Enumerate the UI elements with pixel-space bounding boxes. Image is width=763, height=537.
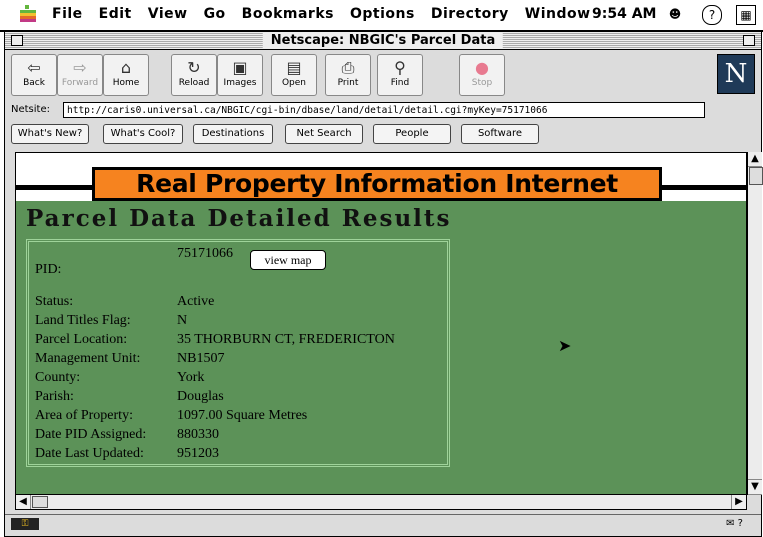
print-icon: ⎙ (341, 58, 355, 77)
control-strip-icon[interactable]: ☻ (666, 5, 684, 23)
stop-button[interactable]: ● Stop (459, 54, 505, 96)
field-label: County: (35, 370, 81, 385)
home-icon: ⌂ (120, 58, 132, 77)
find-button[interactable]: ⚲ Find (377, 54, 423, 96)
whats-new-button[interactable]: What's New? (11, 124, 89, 144)
view-map-button[interactable]: view map (250, 250, 326, 270)
field-label: Status: (35, 294, 74, 309)
stop-label: Stop (471, 78, 493, 88)
forward-arrow-icon: ⇨ (73, 58, 87, 77)
application-menu-icon[interactable]: ▦ (736, 5, 756, 25)
title-bar[interactable]: Netscape: NBGIC's Parcel Data (5, 32, 761, 50)
menu-edit[interactable]: Edit (91, 6, 140, 22)
field-label: Management Unit: (35, 351, 141, 366)
close-box[interactable] (11, 35, 23, 46)
home-button[interactable]: ⌂ Home (103, 54, 149, 96)
field-value: 880330 (177, 427, 219, 442)
find-label: Find (390, 78, 410, 88)
menu-view[interactable]: View (140, 6, 196, 22)
destinations-button[interactable]: Destinations (193, 124, 273, 144)
menubar-clock: 9:54 AM (592, 6, 657, 22)
menu-bookmarks[interactable]: Bookmarks (234, 6, 342, 22)
net-search-button[interactable]: Net Search (285, 124, 363, 144)
mail-icon[interactable]: ✉ ? (726, 518, 743, 529)
stop-icon: ● (475, 58, 489, 77)
field-label: Date Last Updated: (35, 446, 144, 461)
field-label: Parcel Location: (35, 332, 128, 347)
field-value: Active (177, 294, 215, 309)
images-icon: ▣ (232, 58, 248, 77)
field-label: Land Titles Flag: (35, 313, 131, 328)
field-label: Area of Property: (35, 408, 133, 423)
scroll-thumb[interactable] (749, 167, 763, 185)
reload-icon: ↻ (187, 58, 201, 77)
open-icon: ▤ (286, 58, 302, 77)
field-value: 35 THORBURN CT, FREDERICTON (177, 332, 395, 347)
parcel-details-panel: PID: 75171066 view map Status: Active La… (26, 239, 450, 467)
toolbar: ⇦ Back ⇨ Forward ⌂ Home ↻ Reload ▣ Image… (5, 50, 761, 100)
netsite-label: Netsite: (11, 104, 50, 115)
security-key-icon[interactable]: ⚿ (11, 518, 39, 530)
field-value: N (177, 313, 188, 328)
browser-window: Netscape: NBGIC's Parcel Data ⇦ Back ⇨ F… (4, 31, 763, 537)
service-banner: Real Property Information Internet Servi… (92, 167, 662, 226)
field-value: York (177, 370, 205, 385)
print-label: Print (337, 78, 359, 88)
horizontal-scrollbar[interactable]: ◀ ▶ (15, 494, 747, 510)
open-button[interactable]: ▤ Open (271, 54, 317, 96)
menu-items: File Edit View Go Bookmarks Options Dire… (44, 6, 599, 22)
apple-menu-icon[interactable] (20, 4, 36, 24)
url-input[interactable] (63, 102, 705, 118)
scroll-thumb[interactable] (32, 496, 48, 508)
window-title: Netscape: NBGIC's Parcel Data (262, 32, 504, 49)
print-button[interactable]: ⎙ Print (325, 54, 371, 96)
field-label: Parish: (35, 389, 74, 404)
page-content: Real Property Information Internet Servi… (15, 152, 747, 495)
people-button[interactable]: People (373, 124, 451, 144)
menu-directory[interactable]: Directory (423, 6, 517, 22)
menu-file[interactable]: File (44, 6, 91, 22)
menu-bar: File Edit View Go Bookmarks Options Dire… (0, 0, 763, 32)
zoom-box[interactable] (743, 35, 755, 46)
field-value: 951203 (177, 446, 219, 461)
software-button[interactable]: Software (461, 124, 539, 144)
pid-value: 75171066 (177, 246, 233, 261)
directory-buttons: What's New? What's Cool? Destinations Ne… (5, 124, 761, 146)
mouse-cursor-icon: ➤ (558, 336, 572, 355)
open-label: Open (281, 78, 307, 88)
banner-area: Real Property Information Internet Servi… (16, 153, 746, 226)
images-label: Images (223, 78, 257, 88)
find-icon: ⚲ (394, 58, 406, 77)
forward-label: Forward (61, 78, 99, 88)
menu-go[interactable]: Go (196, 6, 234, 22)
home-label: Home (112, 78, 140, 88)
back-label: Back (23, 78, 45, 88)
images-button[interactable]: ▣ Images (217, 54, 263, 96)
status-bar: ⚿ ✉ ? (5, 514, 761, 535)
menu-window[interactable]: Window (517, 6, 599, 22)
scroll-right-arrow-icon[interactable]: ▶ (731, 495, 746, 509)
menu-options[interactable]: Options (342, 6, 423, 22)
field-value: NB1507 (177, 351, 225, 366)
reload-label: Reload (178, 78, 210, 88)
scroll-down-arrow-icon[interactable]: ▼ (748, 479, 762, 495)
field-value: Douglas (177, 389, 224, 404)
back-button[interactable]: ⇦ Back (11, 54, 57, 96)
help-icon[interactable]: ? (702, 5, 722, 25)
scroll-up-arrow-icon[interactable]: ▲ (748, 152, 762, 167)
netscape-logo: N (717, 54, 755, 94)
back-arrow-icon: ⇦ (27, 58, 41, 77)
scroll-left-arrow-icon[interactable]: ◀ (16, 495, 31, 509)
field-label: Date PID Assigned: (35, 427, 147, 442)
whats-cool-button[interactable]: What's Cool? (103, 124, 183, 144)
forward-button[interactable]: ⇨ Forward (57, 54, 103, 96)
pid-label: PID: (35, 262, 62, 277)
field-value: 1097.00 Square Metres (177, 408, 308, 423)
location-bar: Netsite: (5, 101, 761, 121)
vertical-scrollbar[interactable]: ▲ ▼ (747, 152, 763, 495)
page-heading: Parcel Data Detailed Results (26, 205, 452, 232)
reload-button[interactable]: ↻ Reload (171, 54, 217, 96)
